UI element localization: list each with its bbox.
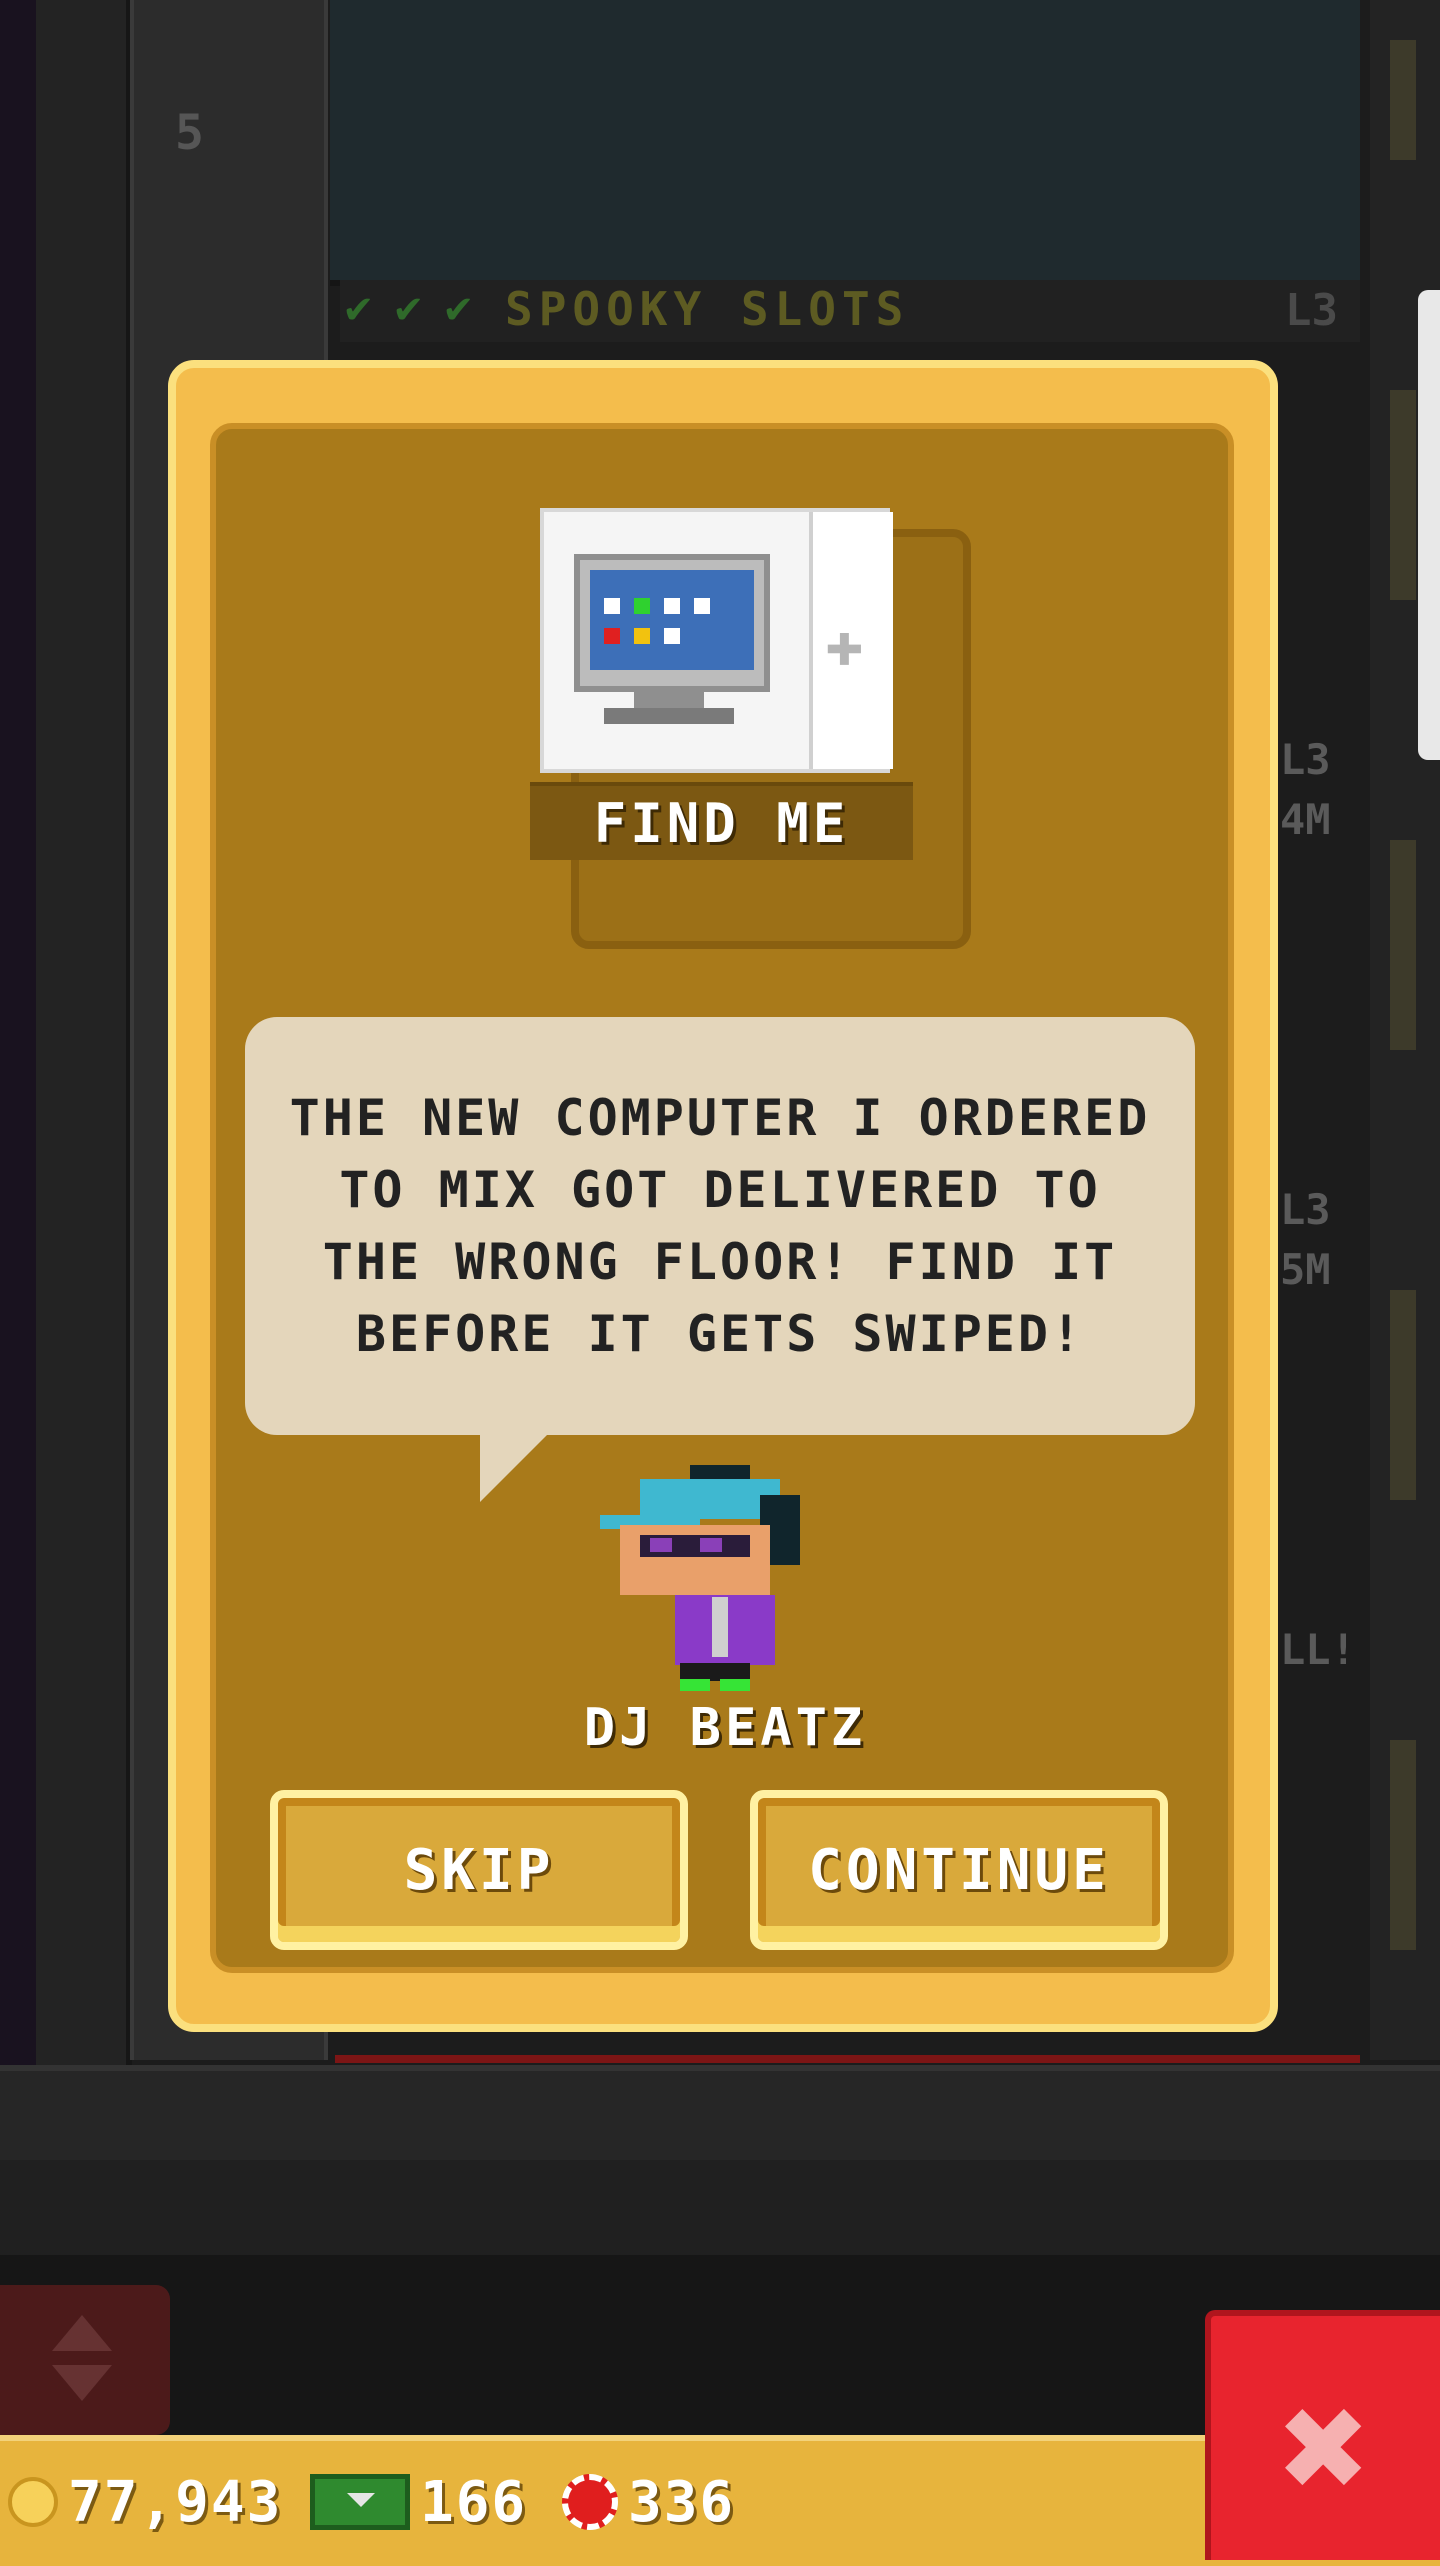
side-tag: 5M: [1280, 1245, 1331, 1294]
rail-slot: [1390, 840, 1416, 1050]
floor-number: 5: [175, 105, 204, 161]
rail-slot: [1390, 390, 1416, 600]
dj-character-sprite: [600, 1465, 805, 1695]
item-label: FIND ME: [530, 782, 913, 860]
pc-tower: ✚: [809, 512, 893, 769]
bux-icon: [310, 2474, 410, 2530]
check-icon: ✔: [395, 282, 422, 333]
tower-edge: [36, 0, 132, 2100]
chip-icon: [562, 2474, 618, 2530]
arrow-up-icon: [52, 2315, 112, 2351]
mission-message: THE NEW COMPUTER I ORDERED TO MIX GOT DE…: [289, 1089, 1151, 1363]
close-icon: ✖: [1280, 2361, 1371, 2535]
floor-level: L3: [1285, 285, 1338, 336]
side-tag: L3: [1280, 735, 1331, 784]
floor-name: SPOOKY SLOTS: [505, 282, 910, 336]
skip-button[interactable]: SKIP: [270, 1790, 688, 1950]
side-tag: L3: [1280, 1185, 1331, 1234]
scroll-handle[interactable]: [1418, 290, 1440, 760]
character-name: DJ BEATZ: [583, 1698, 867, 1758]
lobby-floor-lower: [0, 2160, 1440, 2255]
bux-value: 166: [420, 2469, 528, 2535]
speech-tail: [480, 1432, 550, 1502]
continue-button[interactable]: CONTINUE: [750, 1790, 1168, 1950]
check-icon: ✔: [345, 282, 372, 333]
floor-divider: [335, 2055, 1360, 2063]
rail-slot: [1390, 40, 1416, 160]
coins-counter: 77,943: [8, 2469, 283, 2535]
monitor: [574, 554, 770, 692]
coin-icon: [8, 2477, 58, 2527]
bux-counter: 166: [310, 2469, 528, 2535]
floor-room[interactable]: [330, 0, 1360, 286]
chips-counter: 336: [562, 2469, 736, 2535]
rail-slot: [1390, 1290, 1416, 1500]
chips-value: 336: [628, 2469, 736, 2535]
close-button[interactable]: ✖: [1205, 2310, 1440, 2560]
check-icon: ✔: [445, 282, 472, 333]
coins-value: 77,943: [68, 2469, 283, 2535]
computer-icon: ✚: [540, 508, 893, 773]
rail-slot: [1390, 1740, 1416, 1950]
arrow-down-icon: [52, 2365, 112, 2401]
speech-bubble: THE NEW COMPUTER I ORDERED TO MIX GOT DE…: [245, 1017, 1195, 1435]
elevator-updown-button[interactable]: [0, 2285, 170, 2435]
side-tag: 4M: [1280, 795, 1331, 844]
side-tag: LL!: [1280, 1625, 1356, 1674]
